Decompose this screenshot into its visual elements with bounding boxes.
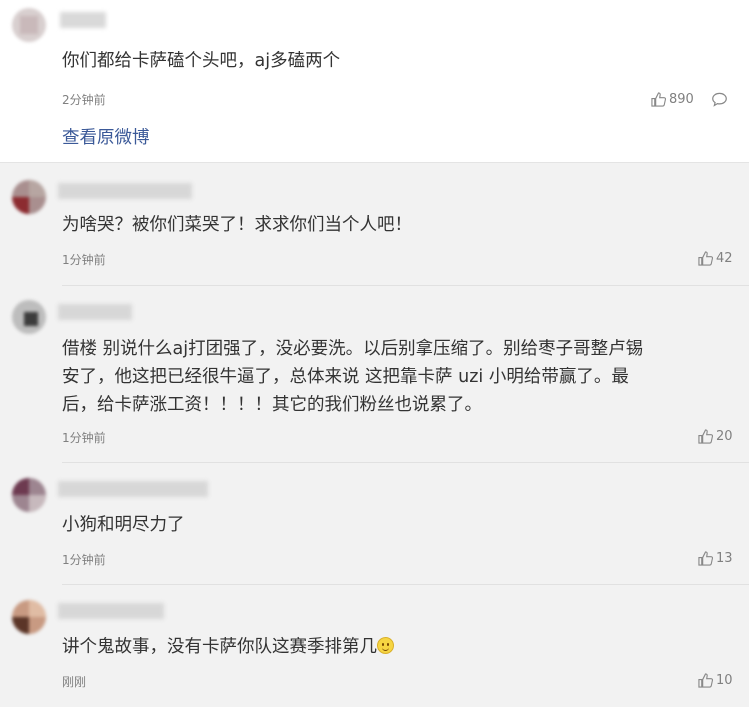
username[interactable] (58, 183, 192, 199)
reply-text: 小狗和明尽力了 (62, 515, 185, 535)
thumbs-up-icon (698, 429, 713, 444)
like-count: 13 (716, 551, 733, 566)
like-button[interactable]: 10 (698, 673, 733, 688)
thumbs-up-icon (651, 92, 666, 107)
comment-bubble-icon[interactable] (711, 92, 728, 107)
reply-text: 安了，他这把已经很牛逼了，总体来说 这把靠卡萨 uzi 小明给带赢了。最 (62, 367, 629, 387)
avatar[interactable] (12, 8, 46, 42)
comment-time: 2分钟前 (62, 93, 106, 107)
like-count: 10 (716, 673, 733, 688)
username[interactable] (60, 12, 106, 28)
comment-text: 你们都给卡萨磕个头吧，aj多磕两个 (62, 51, 341, 71)
like-count: 20 (716, 429, 733, 444)
view-original-weibo-link[interactable]: 查看原微博 (62, 124, 150, 149)
reply-time: 刚刚 (62, 675, 87, 689)
reply-time: 1分钟前 (62, 431, 106, 445)
like-button[interactable]: 20 (698, 429, 733, 444)
main-comment: 你们都给卡萨磕个头吧，aj多磕两个 2分钟前 890 查看原微博 (0, 0, 749, 162)
reply-time: 1分钟前 (62, 253, 106, 267)
divider (62, 584, 749, 585)
avatar[interactable] (12, 300, 46, 334)
reply-text: 后，给卡萨涨工资！！！！其它的我们粉丝也说累了。 (62, 395, 482, 415)
like-count: 42 (716, 251, 733, 266)
like-button[interactable]: 42 (698, 251, 733, 266)
like-button[interactable]: 13 (698, 551, 733, 566)
like-count: 890 (669, 92, 694, 107)
avatar[interactable] (12, 478, 46, 512)
avatar[interactable] (12, 600, 46, 634)
smile-emoji (377, 637, 394, 654)
thumbs-up-icon (698, 551, 713, 566)
reply-list: 为啥哭？被你们菜哭了！求求你们当个人吧！ 1分钟前 42 借楼 别说什么aj打团… (0, 162, 749, 707)
divider (62, 462, 749, 463)
thumbs-up-icon (698, 251, 713, 266)
like-button[interactable]: 890 (651, 92, 694, 107)
reply-text-content: 讲个鬼故事，没有卡萨你队这赛季排第几 (62, 637, 377, 657)
reply-text: 借楼 别说什么aj打团强了，没必要洗。以后别拿压缩了。别给枣子哥整卢锡 (62, 339, 644, 359)
username[interactable] (58, 481, 208, 497)
reply-text: 讲个鬼故事，没有卡萨你队这赛季排第几 (62, 634, 394, 660)
divider (62, 285, 749, 286)
thumbs-up-icon (698, 673, 713, 688)
avatar[interactable] (12, 180, 46, 214)
username[interactable] (58, 304, 132, 320)
reply-text: 为啥哭？被你们菜哭了！求求你们当个人吧！ (62, 215, 412, 235)
reply-time: 1分钟前 (62, 553, 106, 567)
username[interactable] (58, 603, 164, 619)
